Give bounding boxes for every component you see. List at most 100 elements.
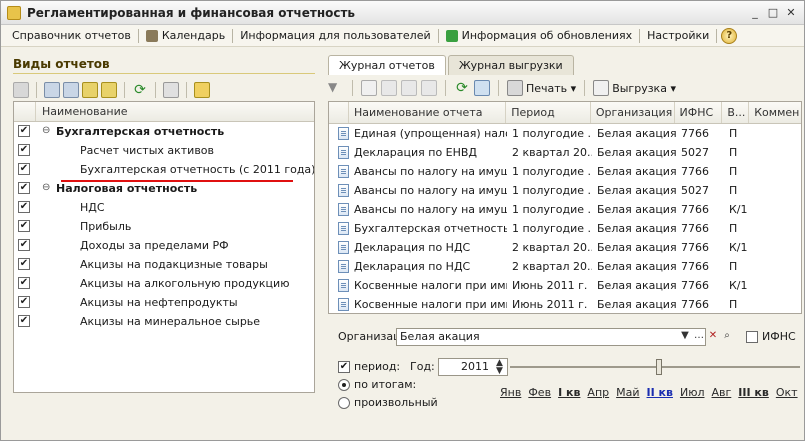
tree-row[interactable]: ✔ Акцизы на минеральное сырье (14, 312, 314, 331)
checkbox[interactable]: ✔ (18, 258, 30, 270)
table-cell: 7766 (681, 279, 709, 292)
tree-collapse-icon[interactable] (101, 82, 117, 98)
ifns-checkbox[interactable] (746, 331, 758, 343)
dropdown-icon[interactable]: ▼ (678, 328, 692, 346)
export-list-icon[interactable] (474, 80, 490, 96)
add-icon[interactable] (13, 82, 29, 98)
collapse-icon[interactable]: ⊖ (42, 125, 50, 136)
checkbox[interactable]: ✔ (18, 125, 30, 137)
tree-row[interactable]: ✔ Доходы за пределами РФ (14, 236, 314, 255)
period-label: период: (354, 360, 401, 373)
maximize-icon[interactable]: □ (765, 5, 781, 21)
checkbox[interactable]: ✔ (18, 277, 30, 289)
refresh-icon[interactable]: ⟳ (454, 80, 470, 96)
refresh-icon[interactable]: ⟳ (132, 82, 148, 98)
print-button[interactable]: Печать ▾ (507, 80, 576, 96)
month-link[interactable]: Янв (500, 386, 521, 399)
edit-icon[interactable] (401, 80, 417, 96)
column-header-comment[interactable]: Коммен (749, 102, 801, 123)
table-row[interactable]: Авансы по налогу на имущ... 1 полугодие .… (329, 162, 801, 181)
month-link[interactable]: Авг (712, 386, 732, 399)
table-row[interactable]: Декларация по НДС 2 квартал 20... Белая ак… (329, 257, 801, 276)
document-icon (338, 241, 349, 254)
settings-list-icon[interactable] (194, 82, 210, 98)
quarter-link[interactable]: I кв (558, 386, 580, 399)
minimize-icon[interactable]: _ (747, 5, 763, 21)
menu-reports-directory[interactable]: Справочник отчетов (7, 27, 136, 45)
table-cell: 1 полугодие ... (512, 184, 592, 197)
tree-row[interactable]: ✔ Расчет чистых активов (14, 141, 314, 160)
copy-icon[interactable] (381, 80, 397, 96)
organization-input[interactable]: Белая акация (396, 328, 706, 346)
checkbox[interactable]: ✔ (18, 239, 30, 251)
document-icon-cell (329, 162, 349, 181)
table-row[interactable]: Декларация по НДС 2 квартал 20... Белая ак… (329, 238, 801, 257)
toolbar-separator (352, 80, 353, 96)
tree-row[interactable]: ✔ Акцизы на нефтепродукты (14, 293, 314, 312)
clear-icon[interactable]: ✕ (706, 328, 720, 346)
delete-icon[interactable] (421, 80, 437, 96)
arbitrary-radio[interactable] (338, 397, 350, 409)
tab-reports-journal[interactable]: Журнал отчетов (328, 55, 446, 75)
tab-label: Журнал выгрузки (458, 59, 563, 72)
copy-icon[interactable] (44, 82, 60, 98)
period-slider-thumb[interactable] (656, 359, 662, 375)
help-icon[interactable]: ? (721, 27, 738, 44)
month-link[interactable]: Июл (680, 386, 705, 399)
column-header-type[interactable]: В... (722, 102, 750, 123)
quarter-link[interactable]: III кв (738, 386, 769, 399)
menu-update-info[interactable]: Информация об обновлениях (441, 27, 638, 45)
menu-user-info[interactable]: Информация для пользователей (235, 27, 435, 45)
table-cell: 7766 (681, 165, 709, 178)
table-cell: Белая акация (597, 165, 676, 178)
new-icon[interactable] (361, 80, 377, 96)
tab-export-journal[interactable]: Журнал выгрузки (447, 55, 574, 75)
menu-settings[interactable]: Настройки (642, 27, 714, 45)
tree-row[interactable]: ✔ Акцизы на алкогольную продукцию (14, 274, 314, 293)
menu-calendar[interactable]: Календарь (141, 27, 230, 45)
table-row[interactable]: Косвенные налоги при имп... Июнь 2011 г. Б… (329, 276, 801, 295)
checkbox[interactable]: ✔ (18, 144, 30, 156)
column-header-organization[interactable]: Организация (591, 102, 675, 123)
year-stepper[interactable]: ▲ ▼ (492, 359, 507, 376)
search-icon[interactable]: ⌕ (720, 328, 734, 346)
table-row[interactable]: Бухгалтерская отчетность (... 1 полугодие… (329, 219, 801, 238)
report-icon[interactable] (163, 82, 179, 98)
tree-row[interactable]: ✔ Прибыль (14, 217, 314, 236)
tree-expand-icon[interactable] (82, 82, 98, 98)
tree-row[interactable]: ✔ Бухгалтерская отчетность (с 2011 года) (14, 160, 314, 179)
month-link[interactable]: Окт (776, 386, 798, 399)
column-header-name[interactable]: Наименование отчета (349, 102, 507, 123)
quarter-link-selected[interactable]: II кв (647, 386, 673, 399)
table-row[interactable]: Косвенные налоги при имп... Июнь 2011 г. Б… (329, 295, 801, 313)
period-checkbox[interactable]: ✔ (338, 361, 350, 373)
checkbox[interactable]: ✔ (18, 163, 30, 175)
folder-icon[interactable] (63, 82, 79, 98)
month-link[interactable]: Май (616, 386, 639, 399)
app-icon (7, 6, 21, 20)
month-link[interactable]: Апр (587, 386, 609, 399)
tree-row[interactable]: ✔ НДС (14, 198, 314, 217)
tree-row[interactable]: ✔ Акцизы на подакцизные товары (14, 255, 314, 274)
table-row[interactable]: Декларация по ЕНВД 2 квартал 20... Белая а… (329, 143, 801, 162)
collapse-icon[interactable]: ⊖ (42, 182, 50, 193)
column-header-ifns[interactable]: ИФНС (675, 102, 723, 123)
by-totals-radio[interactable] (338, 379, 350, 391)
tree-label: Доходы за пределами РФ (80, 239, 229, 252)
checkbox[interactable]: ✔ (18, 315, 30, 327)
table-cell: Белая акация (597, 298, 676, 311)
checkbox[interactable]: ✔ (18, 201, 30, 213)
select-icon[interactable]: … (692, 328, 706, 346)
export-button[interactable]: Выгрузка ▾ (593, 80, 676, 96)
tree-row[interactable]: ✔ ⊖ Бухгалтерская отчетность (14, 122, 314, 141)
checkbox[interactable]: ✔ (18, 182, 30, 194)
checkbox[interactable]: ✔ (18, 296, 30, 308)
close-icon[interactable]: ✕ (783, 5, 799, 21)
column-header-period[interactable]: Период (506, 102, 591, 123)
month-link[interactable]: Фев (528, 386, 551, 399)
filter-icon[interactable]: ▼ (328, 80, 344, 96)
table-row[interactable]: Авансы по налогу на имущ... 1 полугодие .… (329, 181, 801, 200)
table-row[interactable]: Авансы по налогу на имущ... 1 полугодие .… (329, 200, 801, 219)
table-row[interactable]: Единая (упрощенная) налог... 1 полугодие … (329, 124, 801, 143)
checkbox[interactable]: ✔ (18, 220, 30, 232)
